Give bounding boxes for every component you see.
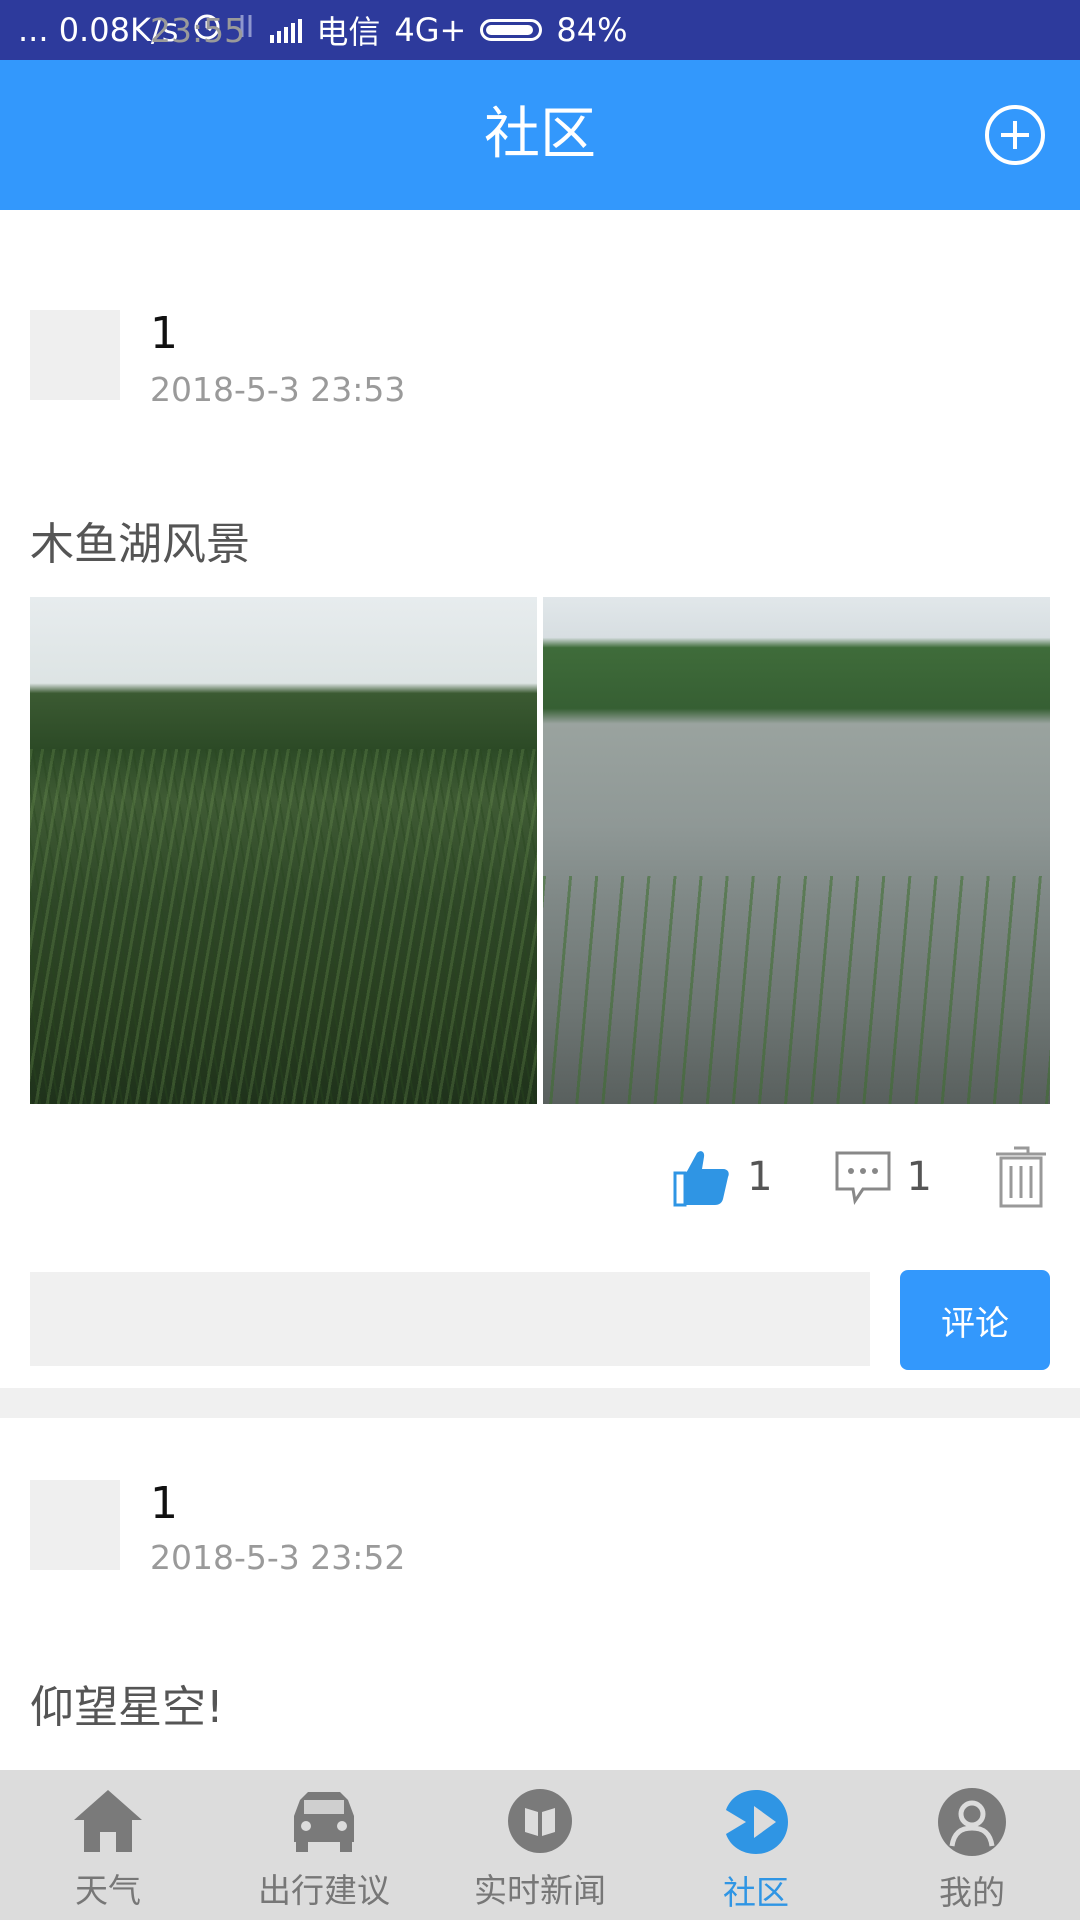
post-username: 1	[150, 308, 178, 359]
network-type: 4G+	[394, 11, 467, 49]
book-icon	[508, 1789, 572, 1853]
thumbs-up-icon	[673, 1151, 729, 1207]
tab-label: 出行建议	[258, 1871, 390, 1910]
battery-percent: 84%	[556, 11, 628, 49]
tab-travel-advice[interactable]: 出行建议	[216, 1770, 432, 1920]
comment-count: 1	[906, 1154, 932, 1200]
post-image[interactable]	[30, 597, 537, 1104]
post-actions: 1 1	[609, 1137, 1050, 1217]
post-image[interactable]	[543, 597, 1050, 1104]
like-button[interactable]: 1	[669, 1145, 773, 1209]
home-icon	[74, 1790, 142, 1852]
status-right: ... 0.08K/s 电信 4G+ 84%	[18, 7, 627, 53]
post-text: 仰望星空!	[30, 1682, 224, 1733]
post-username: 1	[150, 1478, 178, 1529]
post-card: 1 2018-5-3 23:53 木鱼湖风景 1 1 评论	[0, 210, 1080, 1388]
tab-label: 天气	[75, 1871, 141, 1910]
avatar[interactable]	[30, 1480, 120, 1570]
comment-icon	[835, 1151, 891, 1205]
comment-button[interactable]: 1	[833, 1147, 932, 1207]
submit-comment-button[interactable]: 评论	[900, 1270, 1050, 1370]
tab-mine[interactable]: 我的	[864, 1770, 1080, 1920]
post-divider	[0, 1388, 1080, 1418]
battery-icon	[480, 19, 543, 41]
tab-community[interactable]: 社区	[648, 1770, 864, 1920]
delete-button[interactable]	[992, 1144, 1050, 1210]
app-bar: 社区	[0, 60, 1080, 210]
post-images	[30, 597, 1050, 1104]
status-bar: 23:55 ... 0.08K/s 电信 4G+ 84%	[0, 0, 1080, 60]
page-title: 社区	[484, 102, 596, 167]
bottom-tab-bar: 天气 出行建议 实时新闻 社区 我的	[0, 1770, 1080, 1920]
plus-circle-icon	[985, 105, 1045, 165]
user-icon	[938, 1788, 1006, 1856]
comment-bar: 评论	[30, 1260, 1050, 1370]
add-post-button[interactable]	[984, 104, 1046, 166]
tab-weather[interactable]: 天气	[0, 1770, 216, 1920]
feed[interactable]: 1 2018-5-3 23:53 木鱼湖风景 1 1 评论 1 2018-5-3…	[0, 210, 1080, 1770]
post-time: 2018-5-3 23:53	[150, 370, 406, 409]
avatar[interactable]	[30, 310, 120, 400]
trash-icon	[996, 1146, 1046, 1208]
post-card: 1 2018-5-3 23:52 仰望星空!	[0, 1418, 1080, 1770]
post-text: 木鱼湖风景	[30, 519, 250, 570]
like-count: 1	[747, 1154, 773, 1200]
tab-label: 实时新闻	[474, 1871, 606, 1910]
carrier-label: 电信	[316, 13, 381, 51]
tab-news[interactable]: 实时新闻	[432, 1770, 648, 1920]
tab-label: 社区	[723, 1873, 789, 1912]
tab-label: 我的	[939, 1873, 1005, 1912]
community-icon	[726, 1790, 788, 1854]
post-time: 2018-5-3 23:52	[150, 1538, 406, 1577]
car-icon	[294, 1792, 354, 1852]
status-time: 23:55	[150, 10, 246, 50]
comment-input[interactable]	[30, 1272, 870, 1366]
signal-icon	[270, 17, 303, 43]
